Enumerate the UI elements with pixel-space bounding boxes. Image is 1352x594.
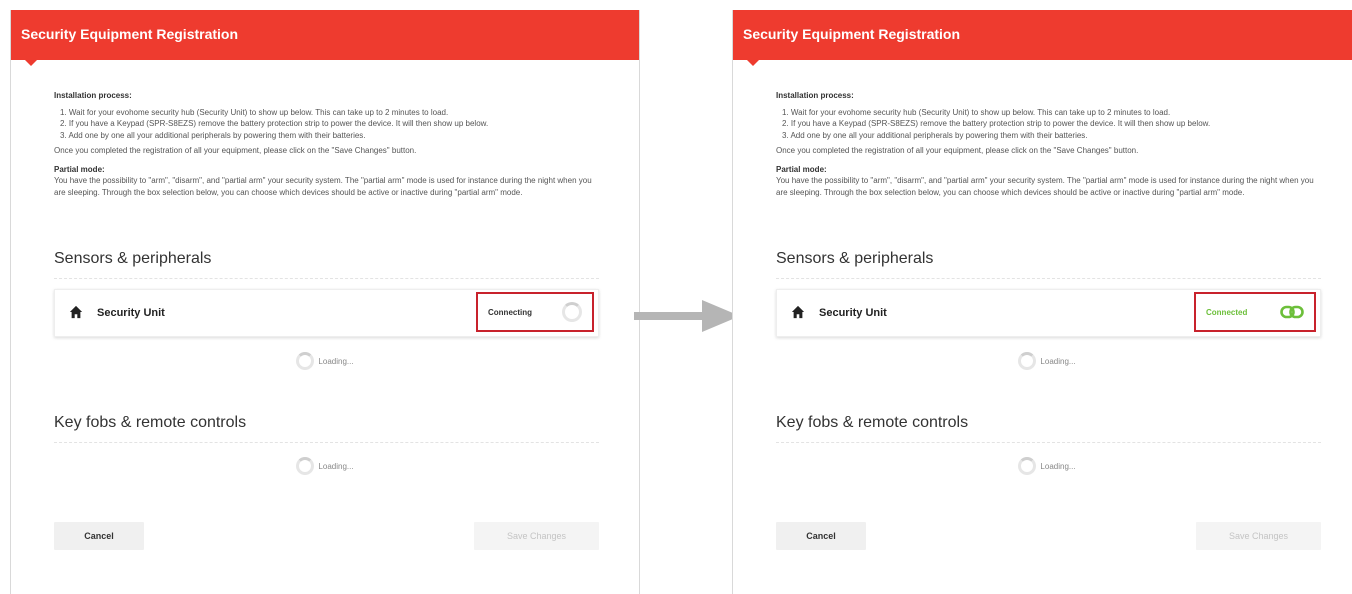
- partial-mode-text: You have the possibility to "arm", "disa…: [776, 176, 1314, 197]
- installation-label: Installation process:: [54, 91, 132, 100]
- spinner-icon: [1018, 457, 1037, 475]
- installation-steps: 1. Wait for your evohome security hub (S…: [54, 107, 599, 142]
- step-item: 3. Add one by one all your additional pe…: [782, 130, 1088, 140]
- status-text: Connected: [1206, 307, 1248, 317]
- spinner-icon: [562, 302, 582, 322]
- partial-mode-label: Partial mode:: [54, 164, 105, 174]
- loading-indicator: Loading...: [11, 457, 639, 475]
- link-icon: [1280, 305, 1304, 319]
- loading-text: Loading...: [318, 356, 354, 366]
- step-item: 2. If you have a Keypad (SPR-S8EZS) remo…: [60, 119, 489, 128]
- loading-indicator: Loading...: [11, 352, 639, 370]
- home-icon: [791, 305, 805, 319]
- partial-mode-text: You have the possibility to "arm", "disa…: [54, 176, 592, 197]
- device-row-security-unit[interactable]: Security Unit Connecting: [54, 289, 599, 337]
- device-name: Security Unit: [97, 307, 165, 319]
- loading-text: Loading...: [318, 461, 354, 471]
- save-changes-button[interactable]: Save Changes: [1196, 522, 1321, 550]
- step-item: 1. Wait for your evohome security hub (S…: [782, 107, 1171, 117]
- spinner-icon: [296, 352, 315, 370]
- panel-title: Security Equipment Registration: [743, 26, 961, 42]
- cancel-button[interactable]: Cancel: [54, 522, 144, 550]
- once-text: Once you completed the registration of a…: [54, 146, 417, 155]
- loading-indicator: Loading...: [733, 352, 1352, 370]
- device-name: Security Unit: [819, 307, 887, 319]
- cancel-button[interactable]: Cancel: [776, 522, 866, 550]
- installation-steps: 1. Wait for your evohome security hub (S…: [776, 107, 1321, 142]
- keyfobs-section-title: Key fobs & remote controls: [776, 414, 1321, 443]
- step-item: 3. Add one by one all your additional pe…: [60, 130, 366, 140]
- step-item: 1. Wait for your evohome security hub (S…: [60, 107, 449, 117]
- registration-panel-after: Security Equipment Registration Installa…: [732, 10, 1352, 594]
- instructions: Installation process: 1. Wait for your e…: [776, 90, 1321, 198]
- header-notch: [747, 60, 759, 66]
- panel-title: Security Equipment Registration: [21, 26, 239, 42]
- sensors-section-title: Sensors & peripherals: [54, 250, 599, 279]
- loading-indicator: Loading...: [733, 457, 1352, 475]
- registration-panel-before: Security Equipment Registration Installa…: [10, 10, 640, 594]
- spinner-icon: [296, 457, 315, 475]
- keyfobs-section-title: Key fobs & remote controls: [54, 414, 599, 443]
- status-highlight-box: Connected: [1194, 292, 1316, 332]
- device-row-security-unit[interactable]: Security Unit Connected: [776, 289, 1321, 337]
- status-highlight-box: Connecting: [476, 292, 594, 332]
- panel-header: Security Equipment Registration: [733, 10, 1352, 66]
- panel-header: Security Equipment Registration: [11, 10, 639, 66]
- installation-label: Installation process:: [776, 91, 854, 100]
- home-icon: [69, 305, 83, 319]
- save-changes-button[interactable]: Save Changes: [474, 522, 599, 550]
- header-notch: [25, 60, 37, 66]
- status-text: Connecting: [488, 307, 532, 317]
- loading-text: Loading...: [1040, 461, 1076, 471]
- instructions: Installation process: 1. Wait for your e…: [54, 90, 599, 198]
- partial-mode-label: Partial mode:: [776, 164, 827, 174]
- sensors-section-title: Sensors & peripherals: [776, 250, 1321, 279]
- step-item: 2. If you have a Keypad (SPR-S8EZS) remo…: [782, 119, 1211, 128]
- once-text: Once you completed the registration of a…: [776, 146, 1139, 155]
- loading-text: Loading...: [1040, 356, 1076, 366]
- spinner-icon: [1018, 352, 1037, 370]
- transition-arrow-icon: [634, 300, 740, 332]
